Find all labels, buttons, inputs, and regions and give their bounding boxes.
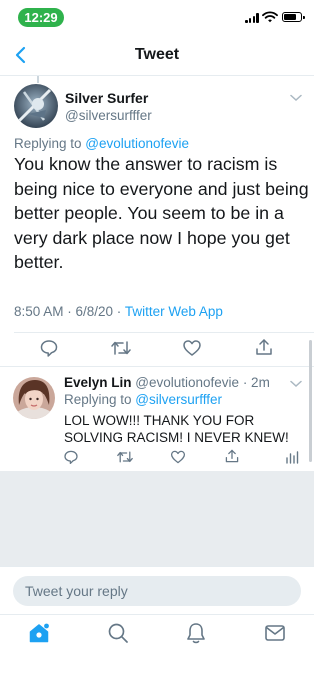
tweet-meta: 8:50 AM · 6/8/20 · Twitter Web App <box>14 304 223 319</box>
chevron-down-icon[interactable] <box>290 380 302 388</box>
author-name[interactable]: Silver Surfer <box>65 90 148 106</box>
signal-icon <box>245 13 259 23</box>
like-icon[interactable] <box>170 449 186 465</box>
replying-to: Replying to @silversurfffer <box>64 392 222 407</box>
share-icon[interactable] <box>254 337 274 357</box>
page-title: Tweet <box>134 46 180 63</box>
analytics-icon[interactable] <box>285 450 299 464</box>
reply-icon[interactable] <box>39 338 59 358</box>
reply-author[interactable]: Evelyn Lin @evolutionofevie · 2m <box>64 375 270 390</box>
thread-line <box>37 76 39 83</box>
retweet-icon[interactable] <box>110 338 132 358</box>
share-icon[interactable] <box>224 448 240 464</box>
tweet-text: You know the answer to racism is being n… <box>14 154 309 272</box>
author-handle[interactable]: @silversurfffer <box>65 108 152 123</box>
source-link[interactable]: Twitter Web App <box>125 304 223 319</box>
notifications-icon[interactable] <box>184 621 208 645</box>
replying-to-label: Replying to <box>64 392 136 407</box>
timestamp: 8:50 AM · 6/8/20 · <box>14 304 125 319</box>
status-bar: 12:29 <box>0 0 314 34</box>
reply-icon[interactable] <box>63 449 79 465</box>
messages-icon[interactable] <box>263 621 287 645</box>
mention-link[interactable]: @evolutionofevie <box>85 136 189 151</box>
retweet-icon[interactable] <box>116 449 134 465</box>
tab-bar <box>0 614 314 680</box>
replying-to: Replying to @evolutionofevie <box>14 136 189 151</box>
wifi-icon <box>262 11 278 23</box>
divider <box>14 332 314 333</box>
reply-input[interactable] <box>13 576 301 606</box>
reply-handle-time: @evolutionofevie · 2m <box>135 375 270 390</box>
avatar[interactable] <box>13 377 55 419</box>
home-icon[interactable] <box>27 621 51 645</box>
mention-link[interactable]: @silversurfffer <box>135 392 222 407</box>
reply-author-name: Evelyn Lin <box>64 375 132 390</box>
avatar[interactable] <box>14 84 58 128</box>
reply-tweet[interactable]: Evelyn Lin @evolutionofevie · 2m Replyin… <box>0 366 314 470</box>
status-time: 12:29 <box>18 8 64 27</box>
chevron-down-icon[interactable] <box>290 94 302 102</box>
scrollbar[interactable] <box>309 340 312 462</box>
replying-to-label: Replying to <box>14 136 86 151</box>
compose-bar <box>0 566 314 614</box>
like-icon[interactable] <box>182 338 202 358</box>
nav-header: Tweet <box>0 34 314 76</box>
empty-area <box>0 471 314 566</box>
search-icon[interactable] <box>106 621 130 645</box>
battery-icon <box>282 12 305 22</box>
reply-text: LOL WOW!!! THANK YOU FOR SOLVING RACISM!… <box>64 413 289 445</box>
